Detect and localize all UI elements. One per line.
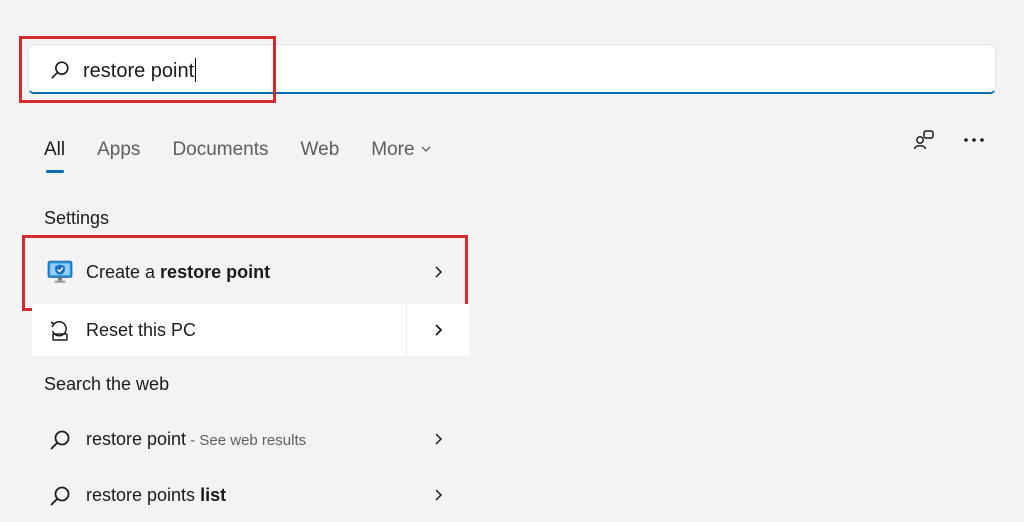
result-reset-this-pc[interactable]: Reset this PC [32, 304, 469, 356]
chevron-down-icon [421, 146, 431, 152]
tab-more[interactable]: More [371, 139, 431, 161]
top-right-actions [886, 128, 986, 152]
section-title-web: Search the web [44, 374, 170, 394]
reset-pc-icon [50, 321, 68, 341]
chevron-right-icon[interactable] [431, 323, 445, 337]
monitor-shield-icon [47, 260, 73, 283]
search-input[interactable]: restore point [28, 44, 996, 94]
search-icon [50, 486, 70, 506]
section-title-settings: Settings [44, 208, 110, 228]
text-caret [195, 58, 197, 82]
search-panel: restore point All Apps Documents Web Mor… [0, 0, 1024, 522]
result-label: Create a restore point [86, 261, 271, 282]
result-web-restore-points-list[interactable]: restore points list [32, 469, 469, 521]
more-options-icon[interactable] [962, 128, 986, 152]
result-web-restore-point[interactable]: restore point - See web results [32, 413, 469, 465]
chevron-right-icon[interactable] [431, 488, 445, 502]
tab-web[interactable]: Web [301, 139, 340, 161]
filter-tabs: All Apps Documents Web More [44, 130, 463, 173]
row-divider [406, 304, 407, 356]
search-query[interactable]: restore point [83, 58, 197, 83]
chevron-right-icon[interactable] [431, 265, 445, 279]
result-label: restore points list [86, 484, 227, 505]
tab-more-label: More [371, 139, 415, 160]
tab-all[interactable]: All [44, 139, 65, 173]
search-icon [50, 430, 70, 450]
tab-apps[interactable]: Apps [97, 139, 140, 161]
account-switch-icon[interactable] [912, 128, 936, 152]
chevron-right-icon[interactable] [431, 432, 445, 446]
result-label: Reset this PC [86, 319, 197, 340]
tab-documents[interactable]: Documents [172, 139, 268, 161]
search-icon [51, 61, 69, 79]
result-label: restore point - See web results [86, 428, 307, 449]
result-create-restore-point[interactable]: Create a restore point [32, 246, 469, 298]
